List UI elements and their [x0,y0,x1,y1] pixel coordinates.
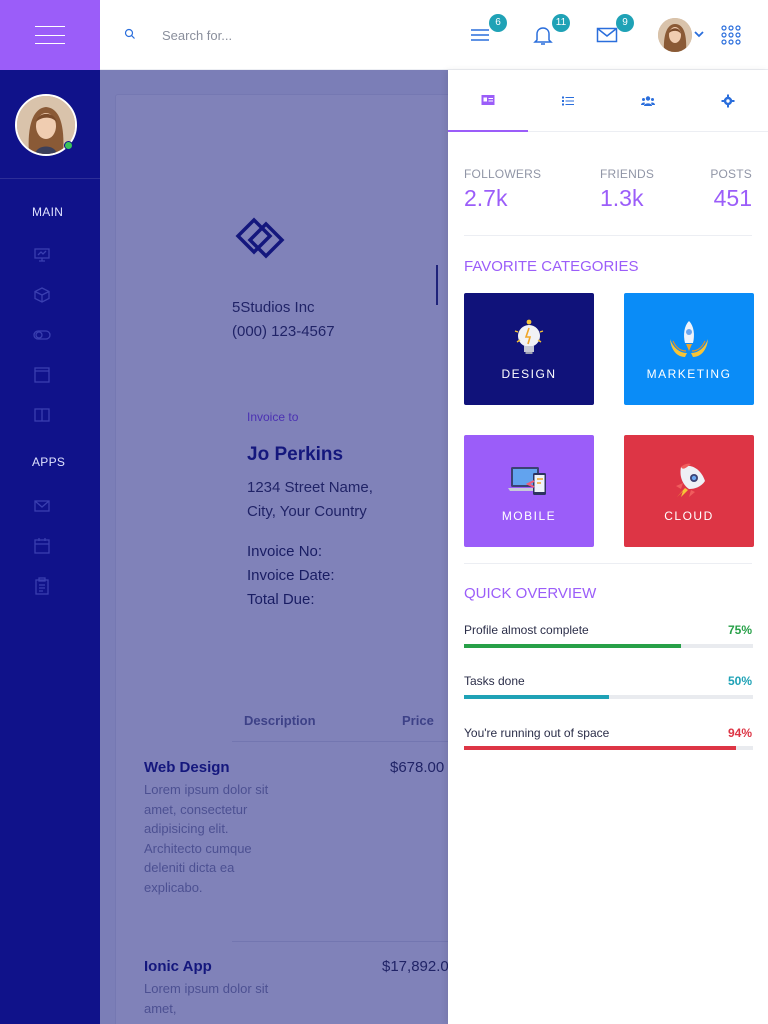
overview-percent: 94% [727,726,752,740]
stat-friends-value: 1.3k [600,185,644,211]
stat-posts-label: POSTS [710,167,752,181]
stat-friends-label: FRIENDS [600,167,655,181]
id-card-icon [481,95,495,105]
online-status-indicator [64,141,73,150]
search-icon[interactable] [124,28,136,40]
section-divider [464,235,752,236]
tab-list[interactable] [528,70,608,132]
progress-bar-track [464,644,753,648]
hamburger-icon [35,26,65,44]
overview-percent: 50% [727,674,752,688]
stat-followers-value: 2.7k [464,185,508,211]
rocket-hands-icon [670,321,708,357]
devices-icon [508,467,546,495]
progress-bar-track [464,695,753,699]
stat-posts-value: 451 [713,185,752,211]
messages-badge: 9 [616,14,634,32]
presentation-icon[interactable] [32,245,52,265]
notifications-badge: 11 [552,14,570,32]
overview-label: You're running out of space [464,726,610,740]
category-label: DESIGN [501,367,557,381]
category-marketing[interactable]: MARKETING [624,293,754,405]
favorite-categories-title: FAVORITE CATEGORIES [464,258,639,275]
clipboard-icon[interactable] [32,576,52,596]
category-label: MARKETING [646,367,732,381]
progress-bar-fill [464,644,681,648]
users-icon [641,96,655,106]
category-label: MOBILE [501,509,557,523]
tasks-badge: 6 [489,14,507,32]
apps-grid-icon[interactable] [721,25,741,45]
cube-icon[interactable] [32,285,52,305]
quick-overview-title: QUICK OVERVIEW [464,585,597,602]
profile-side-panel: FOLLOWERS 2.7k FRIENDS 1.3k POSTS 451 FA… [448,70,768,1024]
backdrop-overlay[interactable] [100,70,448,1024]
overview-percent: 75% [727,623,752,637]
overview-label: Tasks done [464,674,525,688]
toggle-icon[interactable] [32,325,52,345]
overview-label: Profile almost complete [464,623,589,637]
sidebar-section-apps: APPS [32,455,66,469]
category-design[interactable]: DESIGN [464,293,594,405]
progress-bar-track [464,746,753,750]
category-mobile[interactable]: MOBILE [464,435,594,547]
tab-profile[interactable] [448,70,528,132]
menu-toggle-button[interactable] [0,0,100,70]
lightbulb-icon [514,319,544,354]
section-divider [464,563,752,564]
progress-bar-fill [464,695,609,699]
book-icon[interactable] [32,405,52,425]
search-input[interactable] [162,24,362,46]
mail-icon[interactable] [32,496,52,516]
tab-users[interactable] [608,70,688,132]
gear-icon [721,94,735,108]
category-label: CLOUD [664,509,714,523]
list-icon [562,96,574,106]
tab-settings[interactable] [688,70,768,132]
panel-tabs [448,70,768,132]
user-avatar[interactable] [658,18,692,52]
window-icon[interactable] [32,365,52,385]
category-cloud[interactable]: CLOUD [624,435,754,547]
sidebar-section-main: MAIN [32,205,64,219]
progress-bar-fill [464,746,736,750]
sidebar: MAIN APPS [0,0,258,1024]
rocket-icon [676,463,705,497]
stat-followers-label: FOLLOWERS [464,167,542,181]
calendar-icon[interactable] [32,536,52,556]
chevron-down-icon[interactable] [694,30,704,38]
top-bar: 6 11 9 [100,0,768,70]
